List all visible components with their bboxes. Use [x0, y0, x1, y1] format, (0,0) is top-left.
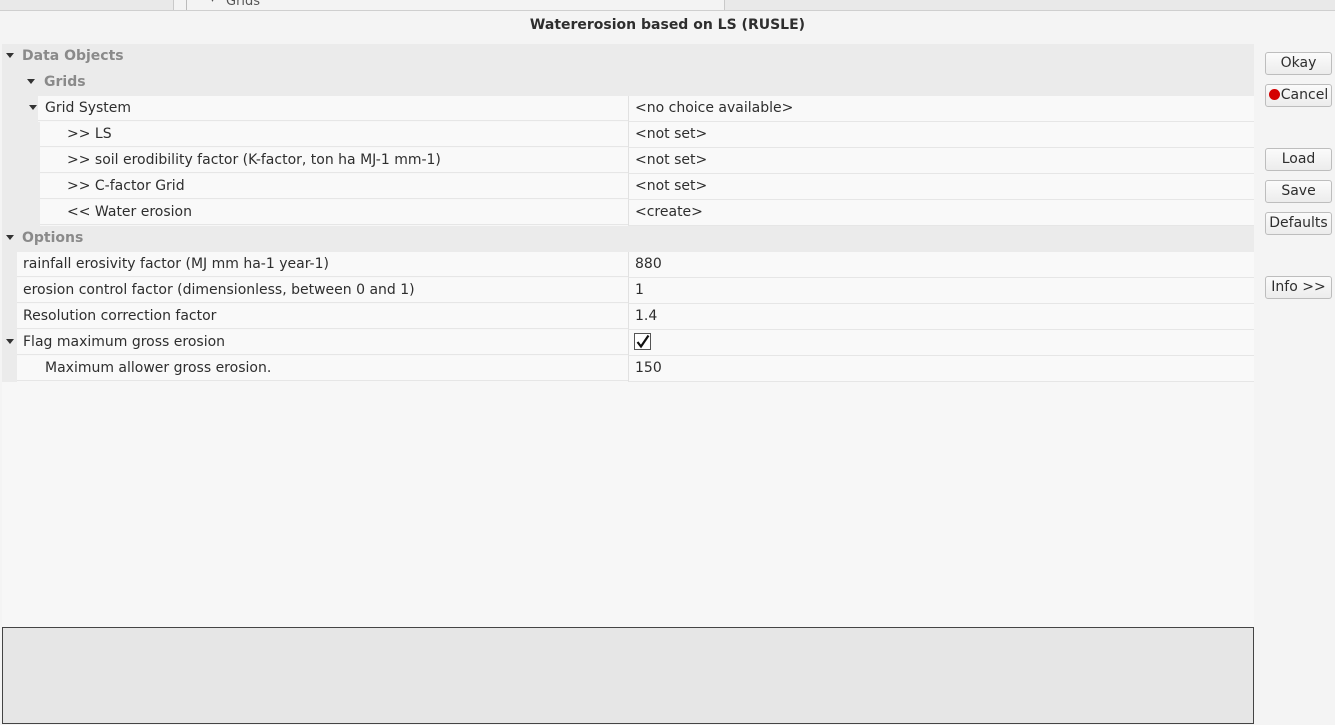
property-label: Grid System — [38, 96, 628, 121]
flag-max-gross-checkbox[interactable] — [634, 333, 651, 350]
indent-gutter — [2, 356, 17, 382]
cancel-label: Cancel — [1280, 87, 1329, 103]
background-caret-icon: ▾ — [210, 0, 215, 5]
property-row-water-erosion[interactable]: << Water erosion <create> — [2, 200, 1254, 226]
load-button[interactable]: Load — [1265, 148, 1332, 171]
property-label: Resolution correction factor — [17, 304, 628, 329]
property-label: >> C-factor Grid — [40, 174, 628, 199]
property-label: << Water erosion — [40, 200, 628, 225]
chevron-down-icon[interactable] — [6, 235, 14, 240]
property-row-resolution-correction[interactable]: Resolution correction factor 1.4 — [2, 304, 1254, 330]
property-row-erosion-control[interactable]: erosion control factor (dimensionless, b… — [2, 278, 1254, 304]
okay-button[interactable]: Okay — [1265, 52, 1332, 75]
rainfall-erosivity-input[interactable]: 880 — [628, 252, 1254, 278]
property-label: >> LS — [40, 122, 628, 147]
chevron-down-icon[interactable] — [29, 105, 37, 110]
c-factor-grid-select[interactable]: <not set> — [628, 174, 1254, 200]
max-gross-input[interactable]: 150 — [628, 356, 1254, 382]
category-options[interactable]: Options — [2, 226, 1254, 252]
property-grid: Data Objects Grids Grid System <no choic… — [2, 44, 1254, 632]
property-label: >> soil erodibility factor (K-factor, to… — [40, 148, 628, 173]
property-row-c-factor[interactable]: >> C-factor Grid <not set> — [2, 174, 1254, 200]
indent-gutter — [2, 174, 40, 200]
water-erosion-output-select[interactable]: <create> — [628, 200, 1254, 226]
chevron-down-icon[interactable] — [27, 79, 35, 84]
indent-gutter — [2, 278, 17, 304]
flag-max-gross-cell — [628, 330, 1254, 356]
description-panel — [2, 627, 1254, 724]
property-row-ls[interactable]: >> LS <not set> — [2, 122, 1254, 148]
chevron-down-icon[interactable] — [6, 53, 14, 58]
indent-gutter — [2, 252, 17, 278]
property-row-grid-system[interactable]: Grid System <no choice available> — [2, 96, 1254, 122]
category-label: Grids — [44, 70, 1254, 95]
chevron-down-icon[interactable] — [6, 339, 14, 344]
indent-gutter — [2, 148, 40, 174]
defaults-button[interactable]: Defaults — [1265, 212, 1332, 235]
record-icon — [1268, 89, 1280, 100]
category-data-objects[interactable]: Data Objects — [2, 44, 1254, 70]
checkmark-icon — [636, 334, 650, 349]
background-grids-label: Grids — [226, 0, 261, 9]
indent-gutter — [2, 200, 40, 226]
k-factor-grid-select[interactable]: <not set> — [628, 148, 1254, 174]
category-label: Options — [22, 226, 1254, 251]
erosion-control-input[interactable]: 1 — [628, 278, 1254, 304]
property-row-max-gross[interactable]: Maximum allower gross erosion. 150 — [2, 356, 1254, 382]
tool-dialog: Watererosion based on LS (RUSLE) Data Ob… — [0, 10, 1335, 725]
info-button[interactable]: Info >> — [1265, 276, 1332, 299]
category-label: Data Objects — [22, 44, 1254, 69]
dialog-title: Watererosion based on LS (RUSLE) — [529, 17, 806, 33]
resolution-correction-input[interactable]: 1.4 — [628, 304, 1254, 330]
indent-gutter — [2, 304, 17, 330]
property-label: Maximum allower gross erosion. — [17, 356, 628, 381]
grid-system-select[interactable]: <no choice available> — [628, 96, 1254, 122]
property-row-rainfall-erosivity[interactable]: rainfall erosivity factor (MJ mm ha-1 ye… — [2, 252, 1254, 278]
property-label: rainfall erosivity factor (MJ mm ha-1 ye… — [17, 252, 628, 277]
cancel-button[interactable]: Cancel — [1265, 84, 1332, 107]
property-label: Flag maximum gross erosion — [17, 330, 628, 355]
indent-gutter — [2, 122, 40, 148]
property-label: erosion control factor (dimensionless, b… — [17, 278, 628, 303]
category-grids[interactable]: Grids — [2, 70, 1254, 96]
property-row-k-factor[interactable]: >> soil erodibility factor (K-factor, to… — [2, 148, 1254, 174]
property-row-flag-max-gross[interactable]: Flag maximum gross erosion — [2, 330, 1254, 356]
save-button[interactable]: Save — [1265, 180, 1332, 203]
ls-grid-select[interactable]: <not set> — [628, 122, 1254, 148]
